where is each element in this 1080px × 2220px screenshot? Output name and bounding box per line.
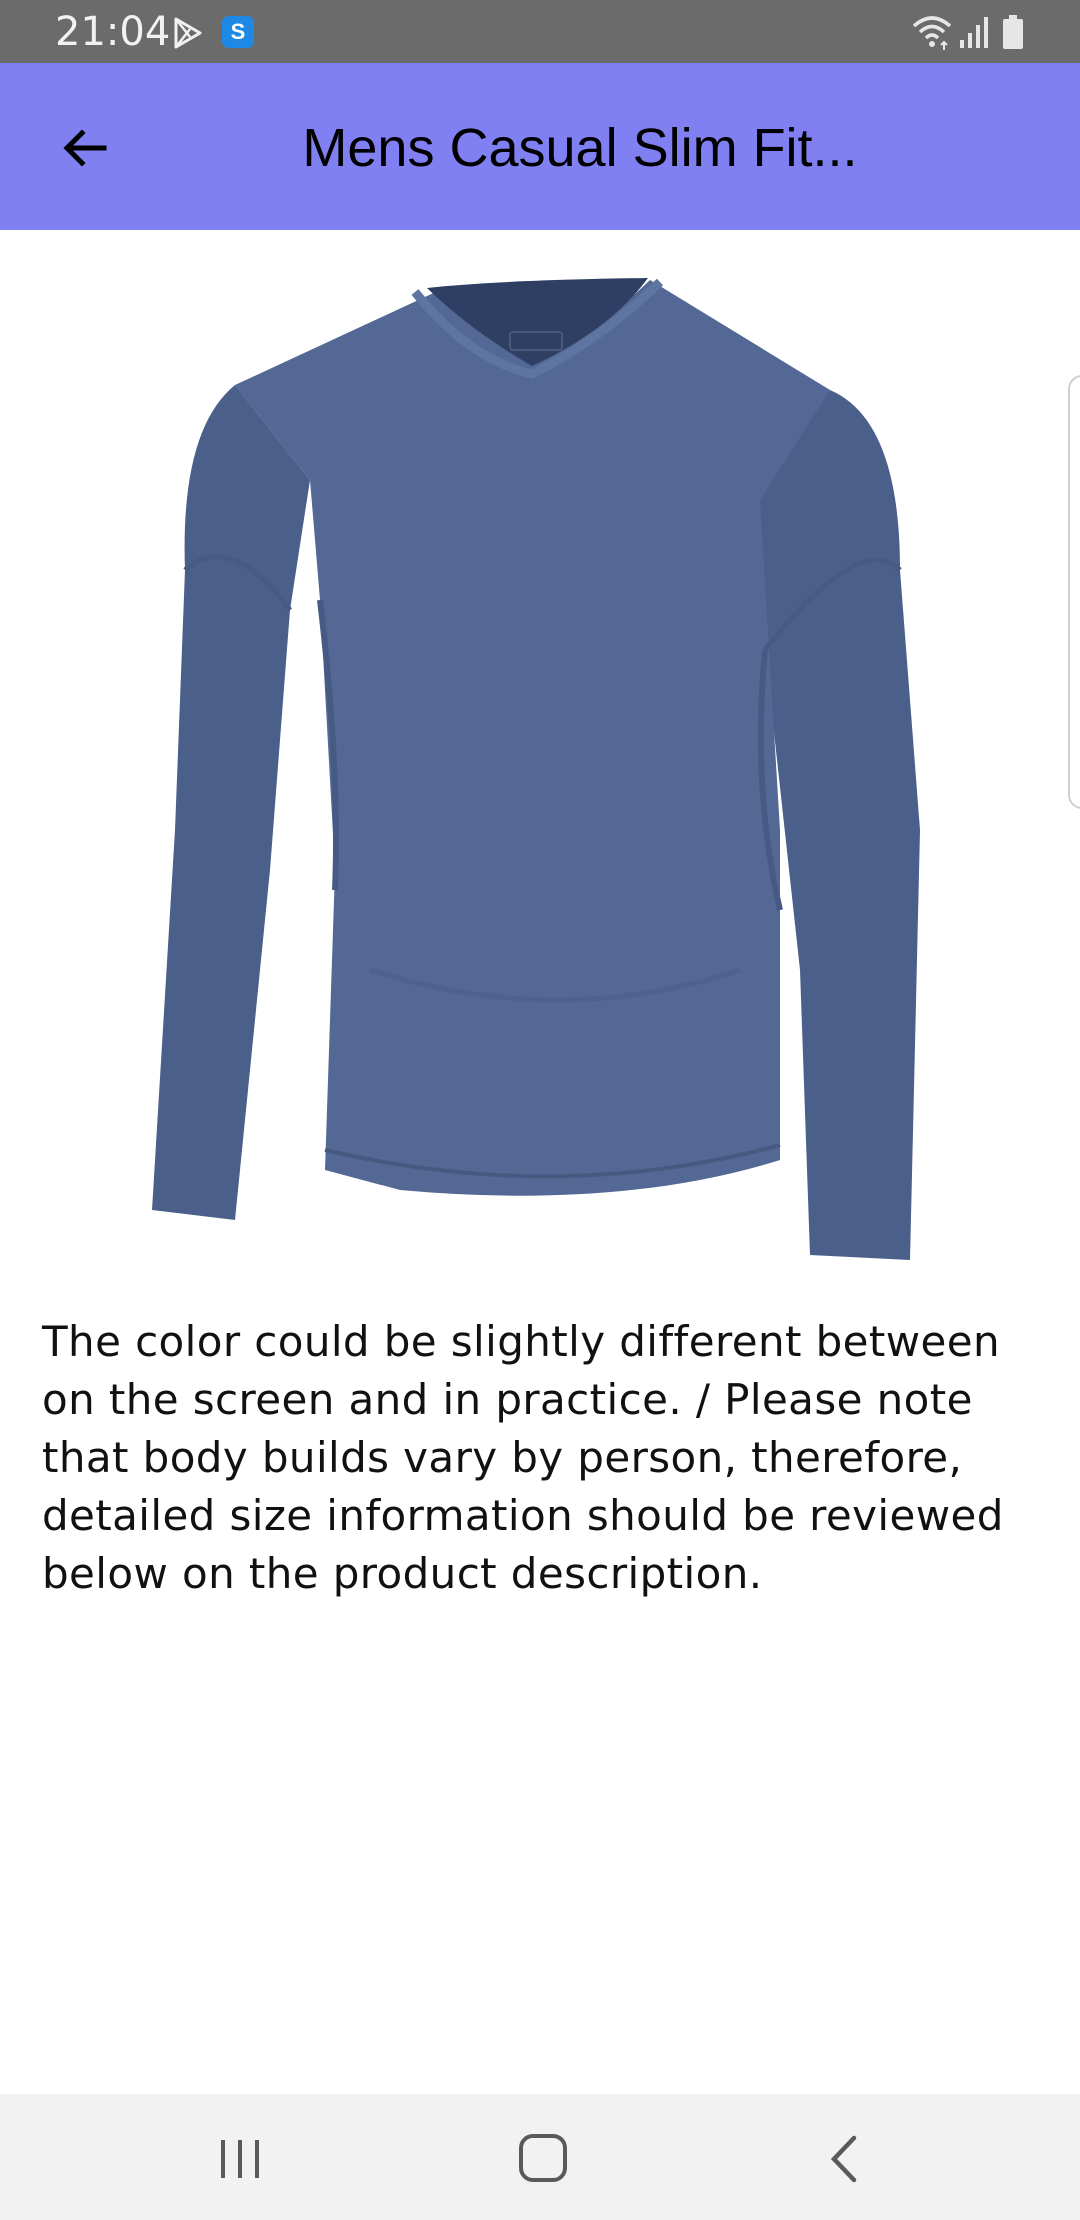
status-bar: 21:04 S (0, 0, 1080, 63)
nav-bar (0, 2094, 1080, 2220)
back-chevron-icon[interactable] (820, 2132, 870, 2186)
edge-panel-handle[interactable] (1068, 375, 1080, 809)
product-image (152, 278, 920, 1260)
app-notification-icon: S (222, 16, 254, 48)
page-title: Mens Casual Slim Fit... (302, 118, 858, 178)
status-time: 21:04 (55, 9, 171, 55)
battery-icon (1003, 15, 1023, 49)
screen: 21:04 S Mens Casual Slim Fit... The colo… (0, 0, 1080, 2220)
cell-signal-icon (960, 17, 988, 48)
play-store-icon (174, 17, 202, 49)
arrow-left-icon (63, 129, 107, 167)
product-description: The color could be slightly different be… (42, 1317, 1004, 1598)
app-bar: Mens Casual Slim Fit... (0, 63, 1080, 230)
back-button[interactable] (40, 113, 130, 183)
recents-icon[interactable] (215, 2134, 265, 2184)
home-icon[interactable] (515, 2130, 571, 2186)
wifi-icon (912, 16, 952, 50)
